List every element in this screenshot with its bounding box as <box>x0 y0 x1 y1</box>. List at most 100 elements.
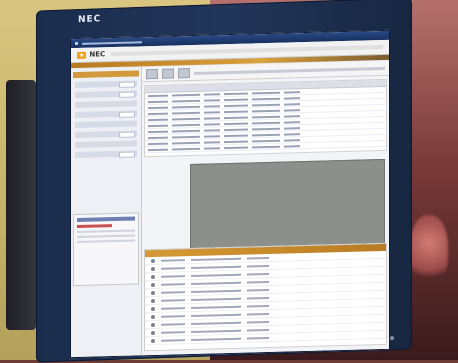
table-cell <box>148 124 168 127</box>
row-icon <box>151 322 155 327</box>
monitor-side-panel <box>6 80 36 330</box>
table-cell <box>204 110 220 114</box>
table-cell <box>224 134 248 137</box>
list-cell <box>191 289 241 293</box>
toolbar-icon[interactable] <box>162 68 174 79</box>
monitor-brand-label: NEC <box>78 14 102 26</box>
list-cell <box>191 321 241 325</box>
table-cell <box>284 120 300 124</box>
row-icon <box>151 258 155 263</box>
table-cell <box>252 97 280 100</box>
sidebar-input[interactable] <box>119 91 135 98</box>
table-cell <box>204 92 220 96</box>
table-cell <box>148 106 168 109</box>
table-cell <box>284 114 300 118</box>
table-cell <box>284 102 300 106</box>
panel-line <box>77 239 135 244</box>
table-cell <box>224 92 248 95</box>
nav-strip[interactable] <box>111 44 383 57</box>
table-cell <box>224 128 248 131</box>
table-cell <box>172 93 200 97</box>
data-table <box>144 78 387 158</box>
table-cell <box>148 130 168 133</box>
table-cell <box>284 90 300 94</box>
table-cell <box>204 128 220 132</box>
sidebar-field[interactable] <box>75 100 137 109</box>
sidebar-field[interactable] <box>75 150 137 159</box>
monitor-screen: ★ NEC <box>70 29 390 359</box>
table-cell <box>224 98 248 101</box>
table-cell <box>224 140 248 143</box>
table-cell <box>172 117 200 121</box>
results-list <box>144 242 387 352</box>
sidebar-header <box>73 70 139 79</box>
main-panel <box>142 60 389 356</box>
table-rows <box>145 86 386 154</box>
table-cell <box>148 118 168 121</box>
list-cell <box>247 272 269 276</box>
panel-line <box>77 234 135 239</box>
toolbar-icon[interactable] <box>146 68 158 80</box>
list-cell <box>161 290 185 294</box>
table-cell <box>172 123 200 127</box>
sidebar-field[interactable] <box>75 90 137 99</box>
list-cell <box>191 265 241 269</box>
table-cell <box>224 116 248 119</box>
sidebar-input[interactable] <box>119 111 135 118</box>
list-cell <box>191 305 241 309</box>
table-cell <box>252 139 280 142</box>
table-cell <box>204 134 220 138</box>
table-cell <box>172 141 200 145</box>
sidebar-field[interactable] <box>75 110 137 119</box>
row-icon <box>151 282 155 287</box>
list-cell <box>247 264 269 268</box>
list-cell <box>161 322 185 326</box>
list-cell <box>161 282 185 286</box>
list-cell <box>191 337 241 341</box>
table-cell <box>252 115 280 118</box>
table-cell <box>172 111 200 115</box>
list-cell <box>247 336 269 340</box>
table-cell <box>252 133 280 136</box>
row-icon <box>151 274 155 279</box>
table-cell <box>148 148 168 151</box>
list-cell <box>161 298 185 302</box>
toolbar-text <box>194 66 385 75</box>
sidebar-panel <box>73 212 139 287</box>
sidebar-input[interactable] <box>119 151 135 158</box>
table-cell <box>284 126 300 130</box>
list-cell <box>161 330 185 334</box>
sidebar-field[interactable] <box>75 130 137 139</box>
table-cell <box>204 140 220 144</box>
list-cell <box>191 313 241 317</box>
row-icon <box>151 266 155 271</box>
sidebar <box>71 67 142 358</box>
row-icon <box>151 306 155 311</box>
sidebar-field[interactable] <box>75 140 137 149</box>
row-icon <box>151 330 155 335</box>
sidebar-input[interactable] <box>119 131 135 138</box>
list-cell <box>247 296 269 300</box>
table-cell <box>224 110 248 113</box>
row-icon <box>151 298 155 303</box>
list-cell <box>247 304 269 308</box>
sidebar-field[interactable] <box>75 120 137 129</box>
toolbar-icon[interactable] <box>178 68 190 79</box>
table-cell <box>172 99 200 103</box>
list-cell <box>191 273 241 277</box>
list-cell <box>191 257 241 261</box>
app-content <box>71 60 389 358</box>
list-cell <box>247 320 269 324</box>
panel-link[interactable] <box>77 224 112 229</box>
table-cell <box>204 122 220 126</box>
list-cell <box>161 338 185 342</box>
list-cell <box>247 288 269 292</box>
sidebar-field[interactable] <box>75 80 137 89</box>
table-cell <box>252 145 280 148</box>
monitor-button[interactable] <box>390 336 394 341</box>
list-cell <box>161 306 185 310</box>
app-logo: ★ NEC <box>77 50 105 59</box>
table-cell <box>252 127 280 130</box>
table-cell <box>204 98 220 102</box>
sidebar-input[interactable] <box>119 81 135 88</box>
